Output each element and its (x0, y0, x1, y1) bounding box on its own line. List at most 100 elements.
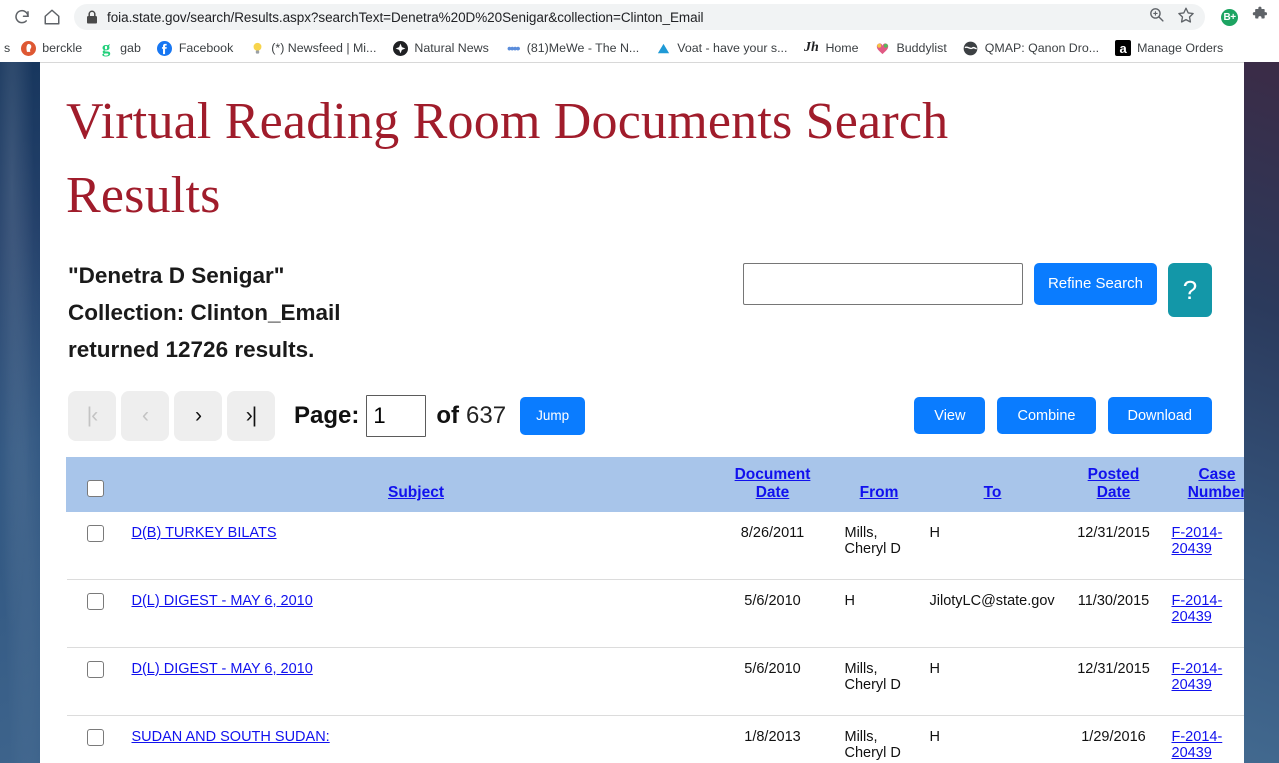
subject-link[interactable]: SUDAN AND SOUTH SUDAN: (132, 729, 330, 745)
first-page-button[interactable]: |‹ (68, 390, 116, 441)
select-all-header (66, 456, 124, 512)
browser-toolbar: foia.state.gov/search/Results.aspx?searc… (0, 0, 1279, 34)
table-row[interactable]: SUDAN AND SOUTH SUDAN: 1/8/2013 Mills, C… (66, 714, 1244, 763)
select-all-checkbox[interactable] (86, 479, 104, 497)
header-case-number-link[interactable]: Case Number (1188, 466, 1244, 501)
bookmark-item-buddylist[interactable]: Buddylist (867, 38, 955, 58)
mewe-icon: •••• (506, 40, 521, 56)
bookmark-item-newsfeed[interactable]: (*) Newsfeed | Mi... (241, 38, 384, 58)
duckduckgo-icon (20, 40, 36, 56)
cell-from: Mills, Cheryl D (836, 646, 922, 716)
header-subject-link[interactable]: Subject (388, 484, 444, 501)
row-checkbox[interactable] (86, 728, 104, 746)
natural-news-icon (392, 40, 408, 56)
header-subject[interactable]: Subject (123, 456, 709, 512)
amazon-icon: a (1115, 40, 1132, 56)
table-row[interactable]: D(B) TURKEY BILATS 8/26/2011 Mills, Cher… (66, 510, 1244, 580)
bookmark-item-mewe[interactable]: •••• (81)MeWe - The N... (497, 38, 647, 58)
page-label: Page: (294, 401, 360, 429)
subject-link[interactable]: D(L) DIGEST - MAY 6, 2010 (132, 593, 313, 609)
cell-from: H (836, 578, 922, 648)
star-icon[interactable] (1177, 6, 1195, 29)
of-label: of (436, 401, 460, 429)
help-button[interactable]: ? (1168, 262, 1212, 317)
bookmark-item-voat[interactable]: Voat - have your s... (647, 38, 795, 58)
cell-case-number: F-2014-20439 (1163, 714, 1244, 763)
case-number-link[interactable]: F-2014-20439 (1172, 593, 1223, 625)
table-row[interactable]: D(L) DIGEST - MAY 6, 2010 5/6/2010 H Jil… (66, 578, 1244, 648)
bookmark-item-facebook[interactable]: Facebook (149, 38, 241, 58)
row-select-cell (66, 646, 124, 716)
home-icon[interactable] (38, 3, 66, 31)
extensions-area: B+ (1207, 5, 1271, 29)
bookmark-item-qmap[interactable]: QMAP: Qanon Dro... (955, 38, 1107, 58)
row-checkbox[interactable] (86, 524, 104, 542)
address-bar[interactable]: foia.state.gov/search/Results.aspx?searc… (74, 4, 1205, 30)
subject-link[interactable]: D(L) DIGEST - MAY 6, 2010 (132, 661, 313, 677)
bookmark-label: Facebook (178, 40, 234, 55)
subject-link[interactable]: D(B) TURKEY BILATS (132, 525, 277, 541)
extension-badge-icon[interactable]: B+ (1221, 8, 1238, 26)
bookmark-label: Manage Orders (1137, 40, 1224, 55)
results-table: Subject Document Date From To Posted Dat… (66, 456, 1244, 763)
cell-to: JilotyLC@state.gov (921, 578, 1064, 648)
header-document-date[interactable]: Document Date (708, 456, 837, 512)
zoom-icon[interactable] (1148, 6, 1165, 28)
cell-document-date: 5/6/2010 (708, 646, 837, 716)
puzzle-icon[interactable] (1252, 5, 1271, 29)
cell-case-number: F-2014-20439 (1163, 578, 1244, 648)
page-number-input[interactable] (366, 394, 427, 437)
reload-icon[interactable] (8, 3, 36, 31)
cell-case-number: F-2014-20439 (1163, 646, 1244, 716)
row-checkbox[interactable] (86, 660, 104, 678)
cell-subject: D(L) DIGEST - MAY 6, 2010 (123, 578, 709, 648)
page-viewport: Virtual Reading Room Documents Search Re… (0, 62, 1279, 763)
header-to-link[interactable]: To (984, 484, 1002, 501)
jump-button[interactable]: Jump (520, 396, 586, 435)
page-sheet: Virtual Reading Room Documents Search Re… (40, 62, 1244, 763)
qmap-icon (963, 40, 979, 56)
bookmark-item-manage-orders[interactable]: a Manage Orders (1107, 38, 1231, 58)
case-number-link[interactable]: F-2014-20439 (1172, 661, 1223, 693)
header-posted-date[interactable]: Posted Date (1063, 456, 1164, 512)
header-document-date-link[interactable]: Document Date (735, 466, 811, 501)
header-from-link[interactable]: From (860, 484, 899, 501)
header-posted-date-link[interactable]: Posted Date (1088, 466, 1140, 501)
page-title: Virtual Reading Room Documents Search Re… (66, 93, 949, 224)
bookmark-item-home[interactable]: Jh Home (795, 38, 866, 58)
bookmark-item-natural-news[interactable]: Natural News (384, 38, 496, 58)
bookmark-item-berckle[interactable]: berckle (12, 38, 90, 58)
combine-button[interactable]: Combine (997, 397, 1096, 435)
header-from[interactable]: From (836, 456, 922, 512)
refine-search-button[interactable]: Refine Search (1033, 262, 1157, 305)
last-page-button[interactable]: ›| (227, 390, 275, 441)
cell-subject: D(L) DIGEST - MAY 6, 2010 (123, 646, 709, 716)
cell-from: Mills, Cheryl D (836, 714, 922, 763)
cell-to: H (921, 646, 1064, 716)
header-case-number[interactable]: Case Number (1163, 456, 1244, 512)
header-to[interactable]: To (921, 456, 1064, 512)
search-term-line: "Denetra D Senigar" (68, 262, 285, 288)
page-background-left (0, 62, 40, 763)
collection-line: Collection: Clinton_Email (68, 300, 341, 325)
results-table-body: D(B) TURKEY BILATS 8/26/2011 Mills, Cher… (66, 510, 1244, 763)
pagination-row: |‹ ‹ › ›| Page: of 637 Jump View Combine… (66, 390, 1218, 441)
summary-row: "Denetra D Senigar" Collection: Clinton_… (66, 257, 1218, 369)
previous-page-button[interactable]: ‹ (121, 390, 169, 441)
next-page-button[interactable]: › (174, 390, 222, 441)
cell-document-date: 1/8/2013 (708, 714, 837, 763)
bookmark-label: (*) Newsfeed | Mi... (271, 40, 377, 55)
bookmark-item-gab[interactable]: g gab (90, 38, 149, 58)
cell-from: Mills, Cheryl D (836, 510, 922, 580)
table-row[interactable]: D(L) DIGEST - MAY 6, 2010 5/6/2010 Mills… (66, 646, 1244, 716)
url-text: foia.state.gov/search/Results.aspx?searc… (107, 9, 704, 25)
cell-case-number: F-2014-20439 (1163, 510, 1244, 580)
row-checkbox[interactable] (86, 592, 104, 610)
download-button[interactable]: Download (1107, 397, 1212, 435)
bookmark-cutoff-label[interactable]: s (4, 41, 12, 55)
refine-search-input[interactable] (742, 262, 1023, 305)
view-button[interactable]: View (914, 397, 986, 435)
case-number-link[interactable]: F-2014-20439 (1172, 525, 1223, 557)
cell-posted-date: 1/29/2016 (1063, 714, 1164, 763)
case-number-link[interactable]: F-2014-20439 (1172, 729, 1223, 761)
